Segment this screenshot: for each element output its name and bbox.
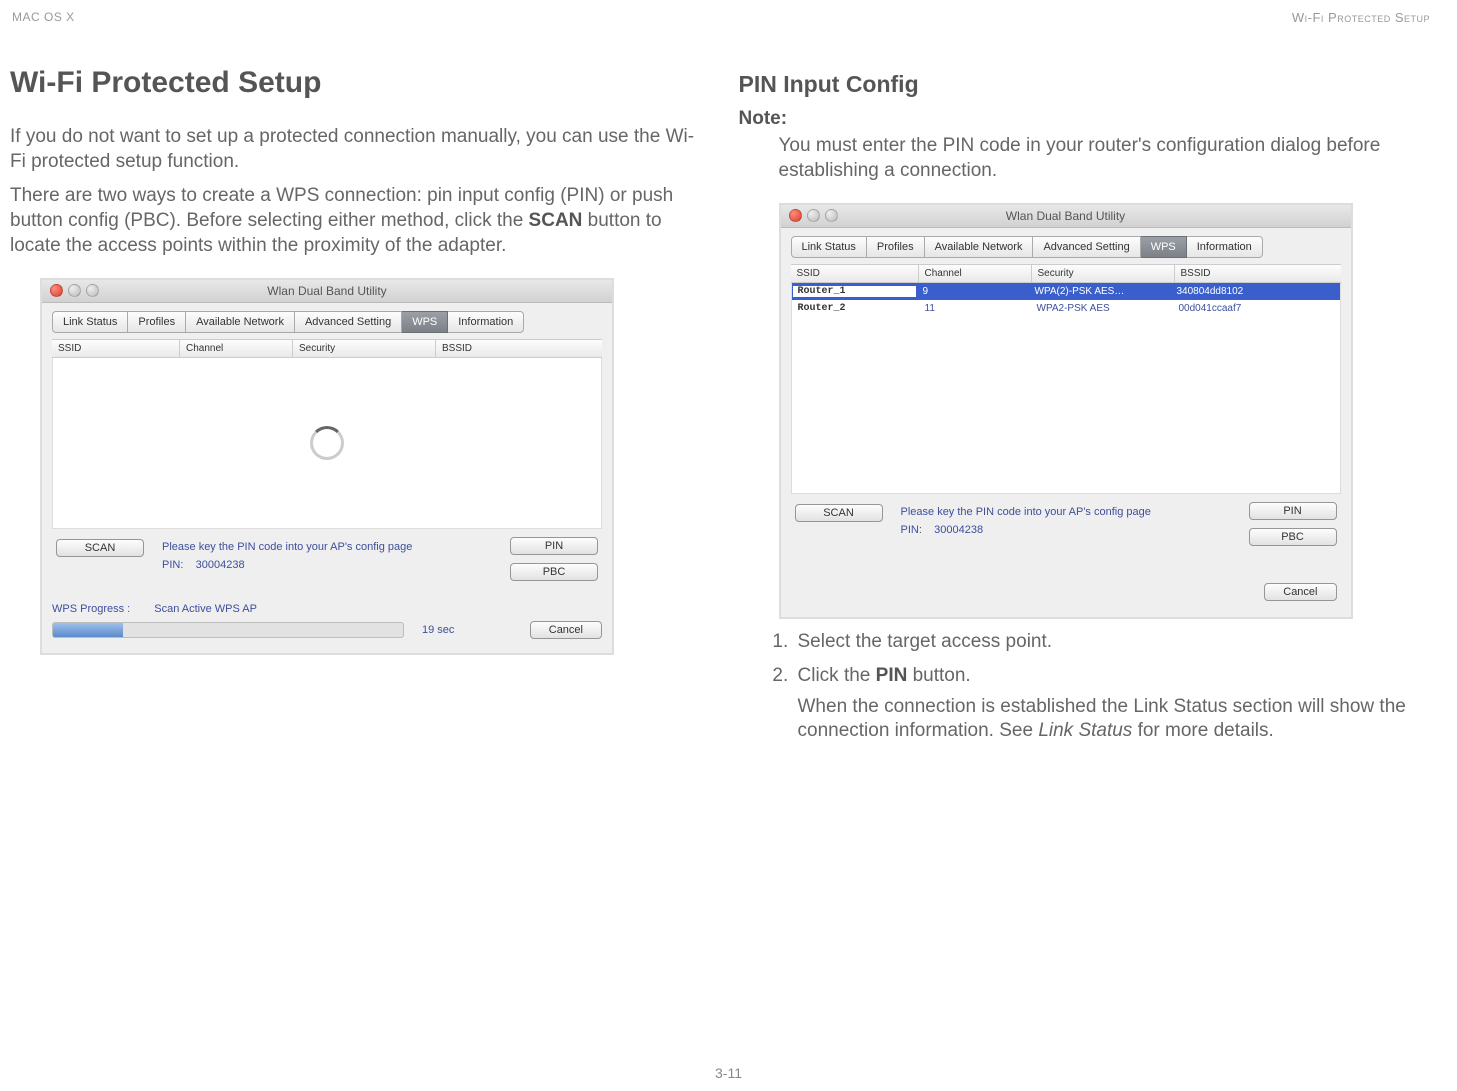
network-table-body: Router_1 9 WPA(2)-PSK AES… 340804dd8102 … bbox=[791, 283, 1341, 494]
pin-button[interactable]: PIN bbox=[510, 537, 598, 555]
minimize-icon[interactable] bbox=[807, 209, 820, 222]
tab-wps[interactable]: WPS bbox=[1141, 236, 1187, 258]
tab-link-status[interactable]: Link Status bbox=[791, 236, 867, 258]
step-2-detail: When the connection is established the L… bbox=[798, 695, 1433, 744]
col-security: Security bbox=[293, 340, 436, 357]
pin-hint-text: Please key the PIN code into your AP's c… bbox=[901, 506, 1151, 518]
step-1: Select the target access point. bbox=[794, 629, 1433, 655]
network-table-header: SSID Channel Security BSSID bbox=[791, 264, 1341, 283]
pin-display: PIN: 30004238 bbox=[162, 559, 245, 571]
screenshot-wps-scanning: Wlan Dual Band Utility Link Status Profi… bbox=[40, 278, 614, 655]
col-bssid: BSSID bbox=[436, 340, 602, 357]
network-table-header: SSID Channel Security BSSID bbox=[52, 339, 602, 358]
intro-para-1: If you do not want to set up a protected… bbox=[10, 125, 704, 174]
pin-button[interactable]: PIN bbox=[1249, 502, 1337, 520]
window-title: Wlan Dual Band Utility bbox=[267, 284, 386, 298]
col-bssid: BSSID bbox=[1175, 265, 1341, 282]
pin-config-heading: PIN Input Config bbox=[739, 71, 1433, 98]
col-ssid: SSID bbox=[52, 340, 180, 357]
tab-information[interactable]: Information bbox=[1187, 236, 1263, 258]
page-title: Wi-Fi Protected Setup bbox=[10, 66, 704, 100]
note-label: Note: bbox=[739, 108, 1433, 130]
col-security: Security bbox=[1032, 265, 1175, 282]
pin-hint-text: Please key the PIN code into your AP's c… bbox=[162, 541, 412, 553]
pbc-button[interactable]: PBC bbox=[1249, 528, 1337, 546]
col-channel: Channel bbox=[180, 340, 293, 357]
zoom-icon[interactable] bbox=[825, 209, 838, 222]
page-number: 3-11 bbox=[715, 1065, 742, 1081]
wps-progress-label: WPS Progress : bbox=[52, 603, 130, 615]
pin-display: PIN: 30004238 bbox=[901, 524, 984, 536]
tab-available-network[interactable]: Available Network bbox=[925, 236, 1034, 258]
cancel-button[interactable]: Cancel bbox=[1264, 583, 1336, 601]
close-icon[interactable] bbox=[50, 284, 63, 297]
close-icon[interactable] bbox=[789, 209, 802, 222]
tab-information[interactable]: Information bbox=[448, 311, 524, 333]
note-body: You must enter the PIN code in your rout… bbox=[779, 134, 1433, 183]
network-table-body bbox=[52, 358, 602, 529]
tab-profiles[interactable]: Profiles bbox=[867, 236, 925, 258]
header-left: MAC OS X bbox=[12, 10, 75, 25]
zoom-icon[interactable] bbox=[86, 284, 99, 297]
cancel-button[interactable]: Cancel bbox=[530, 621, 602, 639]
table-row[interactable]: Router_1 9 WPA(2)-PSK AES… 340804dd8102 bbox=[792, 283, 1340, 300]
steps-list: Select the target access point. Click th… bbox=[739, 629, 1433, 744]
col-channel: Channel bbox=[919, 265, 1032, 282]
window-titlebar: Wlan Dual Band Utility bbox=[781, 205, 1351, 228]
tab-profiles[interactable]: Profiles bbox=[128, 311, 186, 333]
window-titlebar: Wlan Dual Band Utility bbox=[42, 280, 612, 303]
wps-progress-status: Scan Active WPS AP bbox=[154, 603, 257, 615]
step-2: Click the PIN button. When the connectio… bbox=[794, 663, 1433, 744]
intro-para-2: There are two ways to create a WPS conne… bbox=[10, 184, 704, 258]
minimize-icon[interactable] bbox=[68, 284, 81, 297]
tab-advanced-setting[interactable]: Advanced Setting bbox=[1033, 236, 1140, 258]
tab-available-network[interactable]: Available Network bbox=[186, 311, 295, 333]
pbc-button[interactable]: PBC bbox=[510, 563, 598, 581]
wps-progress-time: 19 sec bbox=[422, 624, 454, 636]
tab-link-status[interactable]: Link Status bbox=[52, 311, 128, 333]
loading-spinner-icon bbox=[310, 426, 344, 460]
tab-advanced-setting[interactable]: Advanced Setting bbox=[295, 311, 402, 333]
wps-progress-bar bbox=[52, 622, 404, 638]
scan-button[interactable]: SCAN bbox=[795, 504, 883, 522]
header-right: Wi-Fi Protected Setup bbox=[1292, 10, 1430, 25]
screenshot-wps-networks: Wlan Dual Band Utility Link Status Profi… bbox=[779, 203, 1353, 619]
table-row[interactable]: Router_2 11 WPA2-PSK AES 00d041ccaaf7 bbox=[792, 300, 1340, 317]
tab-wps[interactable]: WPS bbox=[402, 311, 448, 333]
col-ssid: SSID bbox=[791, 265, 919, 282]
scan-button[interactable]: SCAN bbox=[56, 539, 144, 557]
window-title: Wlan Dual Band Utility bbox=[1006, 209, 1125, 223]
